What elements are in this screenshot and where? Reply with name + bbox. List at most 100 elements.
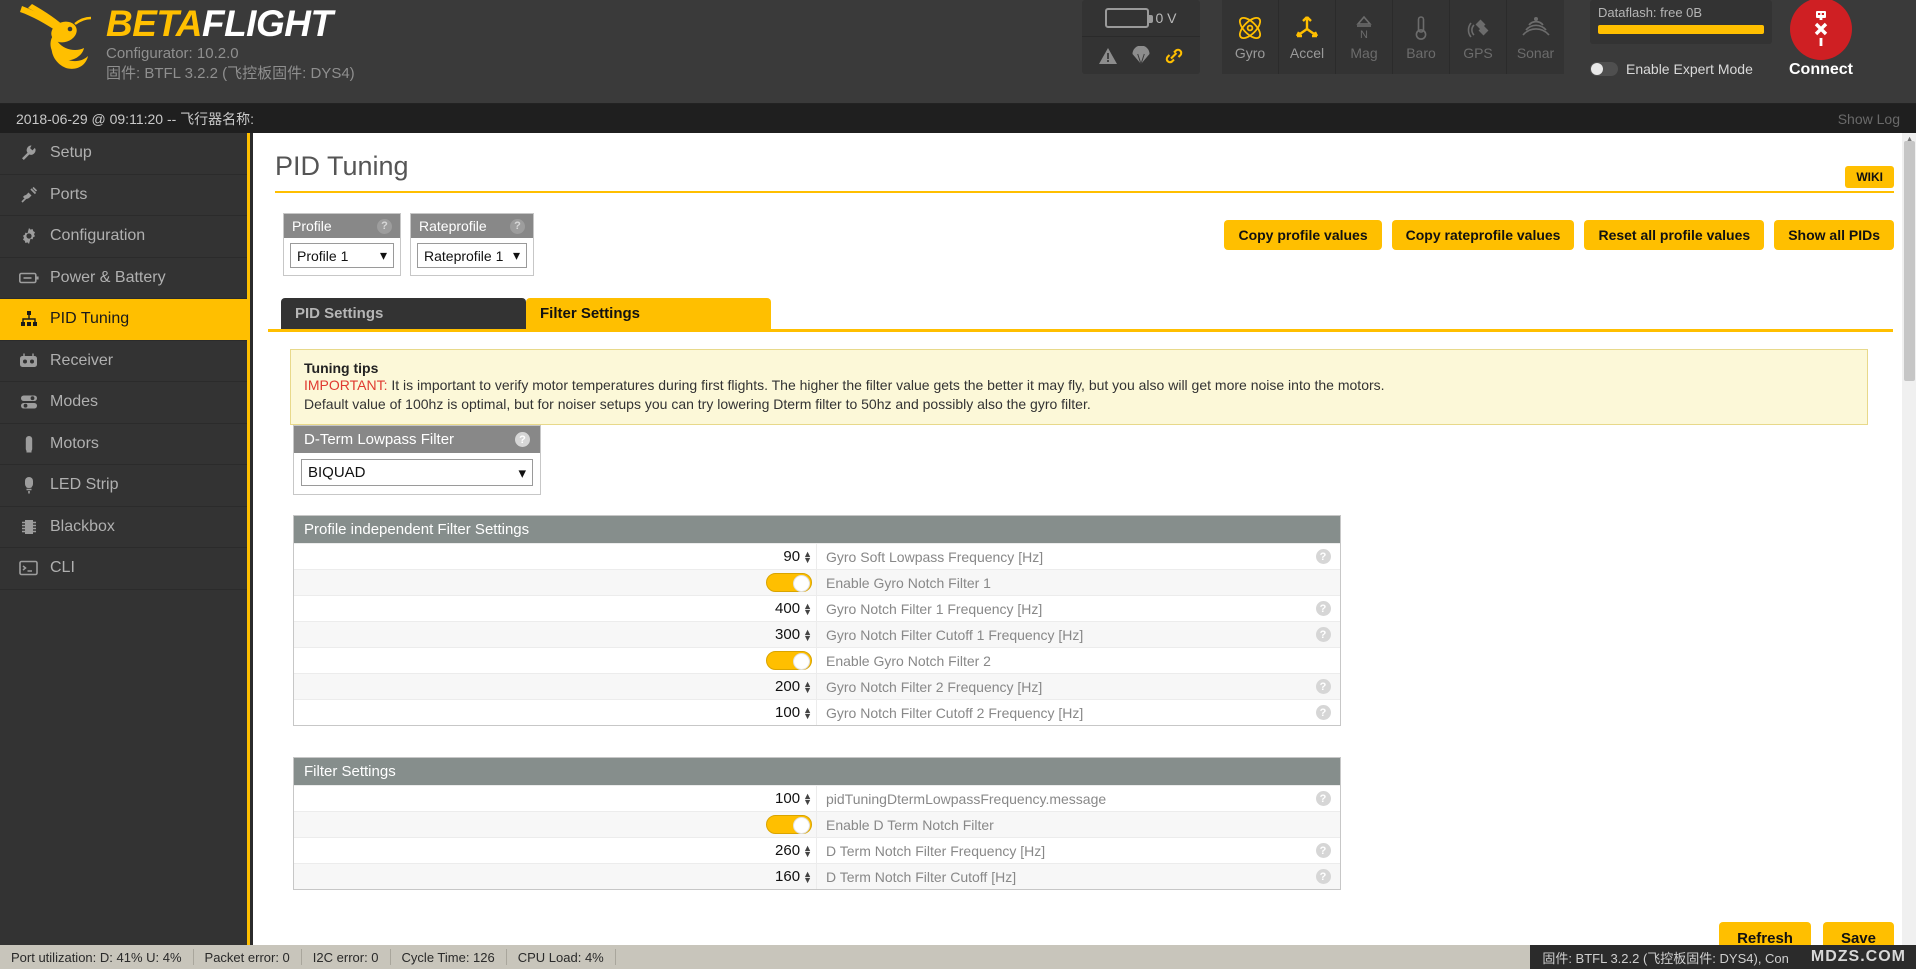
help-icon[interactable]: ? [1315, 843, 1331, 858]
row-value[interactable]: 90 [783, 548, 800, 565]
sidebar-item-modes[interactable]: Modes [0, 382, 247, 424]
sensor-mag: N Mag [1336, 0, 1393, 74]
usb-disconnected-icon [1812, 11, 1830, 46]
sidebar-item-setup[interactable]: Setup [0, 133, 247, 175]
stepper-arrows-icon[interactable]: ▲ ▼ [803, 843, 812, 858]
stepper-arrows-icon[interactable]: ▲ ▼ [803, 869, 812, 884]
tuning-tips-text-1: It is important to verify motor temperat… [387, 377, 1385, 393]
profile-independent-filter-table: Profile independent Filter Settings 90 ▲ ▼… [293, 515, 1341, 726]
satellite-icon [1467, 19, 1489, 38]
help-icon[interactable]: ? [515, 432, 530, 447]
thermometer-icon [1415, 16, 1427, 40]
sidebar-item-power-battery[interactable]: Power & Battery [0, 258, 247, 299]
sidebar-item-motors[interactable]: Motors [0, 424, 247, 465]
stepper-arrows-icon[interactable]: ▲ ▼ [803, 549, 812, 564]
help-icon[interactable]: ? [1315, 549, 1331, 564]
link-icon [1165, 48, 1183, 63]
row-help-cell: ? [1306, 843, 1340, 858]
row-value[interactable]: 100 [775, 704, 800, 721]
copy-rateprofile-values-button[interactable]: Copy rateprofile values [1391, 220, 1575, 250]
connect-icon-circle [1790, 0, 1852, 60]
number-stepper[interactable]: 90 ▲ ▼ [783, 548, 812, 565]
status-cycle-time: Cycle Time: 126 [391, 949, 507, 965]
number-stepper[interactable]: 100 ▲ ▼ [775, 704, 812, 721]
help-icon[interactable]: ? [377, 218, 392, 234]
profile-body: Profile 1 ▾ [284, 238, 400, 275]
expert-mode-row[interactable]: Enable Expert Mode [1590, 61, 1753, 77]
help-icon[interactable]: ? [1315, 869, 1331, 884]
status-cpu-load: CPU Load: 4% [507, 949, 616, 965]
sensor-mag-label: Mag [1350, 45, 1378, 61]
help-icon[interactable]: ? [1315, 791, 1331, 806]
app-header: BETAFLIGHT Configurator: 10.2.0 固件: BTFL… [0, 0, 1916, 104]
table-row: Enable D Term Notch Filter [294, 811, 1340, 837]
expert-mode-toggle[interactable] [1590, 62, 1618, 76]
table-row: Enable Gyro Notch Filter 1 [294, 569, 1340, 595]
status-i2c-error: I2C error: 0 [302, 949, 391, 965]
rateprofile-dropdown[interactable]: Rateprofile 1 ▾ [417, 243, 527, 268]
help-icon[interactable]: ? [1315, 679, 1331, 694]
stepper-arrows-icon[interactable]: ▲ ▼ [803, 705, 812, 720]
row-toggle-switch[interactable] [766, 651, 812, 670]
table-body: 100 ▲ ▼ pidTuningDtermLowpassFrequency.mess… [294, 785, 1340, 889]
scrollbar-thumb[interactable] [1904, 141, 1915, 381]
number-stepper[interactable]: 200 ▲ ▼ [775, 678, 812, 695]
row-value[interactable]: 100 [775, 790, 800, 807]
vertical-scrollbar[interactable]: ▲ ▼ [1902, 133, 1916, 960]
dterm-lowpass-dropdown[interactable]: BIQUAD ▾ [301, 459, 533, 486]
stepper-arrows-icon[interactable]: ▲ ▼ [803, 679, 812, 694]
row-help-cell: ? [1306, 791, 1340, 806]
row-value[interactable]: 300 [775, 626, 800, 643]
sidebar-item-configuration[interactable]: Configuration [0, 216, 247, 258]
row-label: Gyro Notch Filter 2 Frequency [Hz] [816, 674, 1306, 699]
help-icon[interactable]: ? [510, 218, 525, 234]
copy-profile-values-button[interactable]: Copy profile values [1224, 220, 1382, 250]
sensor-gps-label: GPS [1463, 45, 1493, 61]
row-help-cell: ? [1306, 679, 1340, 694]
show-log-button[interactable]: Show Log [1838, 111, 1900, 127]
number-stepper[interactable]: 260 ▲ ▼ [775, 842, 812, 859]
row-value[interactable]: 260 [775, 842, 800, 859]
sidebar-item-blackbox[interactable]: Blackbox [0, 507, 247, 548]
stepper-arrows-icon[interactable]: ▲ ▼ [803, 601, 812, 616]
sensor-baro: Baro [1393, 0, 1450, 74]
show-all-pids-button[interactable]: Show all PIDs [1774, 220, 1894, 250]
svg-text:N: N [1360, 29, 1368, 41]
row-value[interactable]: 200 [775, 678, 800, 695]
row-help-cell: ? [1306, 705, 1340, 720]
row-value[interactable]: 400 [775, 600, 800, 617]
help-icon[interactable]: ? [1315, 627, 1331, 642]
sidebar-item-ports[interactable]: Ports [0, 175, 247, 216]
row-help-cell: ? [1306, 549, 1340, 564]
wrench-icon [18, 143, 39, 164]
dataflash-indicator: Dataflash: free 0B [1590, 0, 1772, 44]
sidebar-item-pid-tuning[interactable]: PID Tuning [0, 299, 247, 341]
row-value[interactable]: 160 [775, 868, 800, 885]
profile-dropdown[interactable]: Profile 1 ▾ [290, 243, 394, 268]
session-timestamp: 2018-06-29 @ 09:11:20 -- 飞行器名称: [16, 110, 255, 127]
number-stepper[interactable]: 160 ▲ ▼ [775, 868, 812, 885]
row-value-cell: 300 ▲ ▼ [294, 626, 816, 643]
rateprofile-header-label: Rateprofile [419, 218, 487, 234]
tab-pid-settings[interactable]: PID Settings [281, 298, 526, 329]
tab-filter-settings[interactable]: Filter Settings [526, 298, 771, 329]
number-stepper[interactable]: 100 ▲ ▼ [775, 790, 812, 807]
sidebar-item-cli[interactable]: CLI [0, 548, 247, 590]
wiki-button[interactable]: WIKI [1845, 166, 1894, 188]
expert-mode-label: Enable Expert Mode [1626, 61, 1753, 77]
connect-button[interactable]: Connect [1766, 0, 1876, 79]
number-stepper[interactable]: 300 ▲ ▼ [775, 626, 812, 643]
number-stepper[interactable]: 400 ▲ ▼ [775, 600, 812, 617]
reset-all-profile-values-button[interactable]: Reset all profile values [1584, 220, 1765, 250]
sidebar-item-receiver[interactable]: Receiver [0, 341, 247, 382]
sitemap-icon [18, 309, 39, 330]
stepper-arrows-icon[interactable]: ▲ ▼ [803, 627, 812, 642]
sidebar-item-label: Setup [50, 144, 92, 162]
row-toggle-switch[interactable] [766, 573, 812, 592]
stepper-arrows-icon[interactable]: ▲ ▼ [803, 791, 812, 806]
row-toggle-switch[interactable] [766, 815, 812, 834]
help-icon[interactable]: ? [1315, 705, 1331, 720]
sidebar-item-led-strip[interactable]: LED Strip [0, 465, 247, 507]
firmware-version: 固件: BTFL 3.2.2 (飞控板固件: DYS4) [106, 65, 355, 82]
help-icon[interactable]: ? [1315, 601, 1331, 616]
